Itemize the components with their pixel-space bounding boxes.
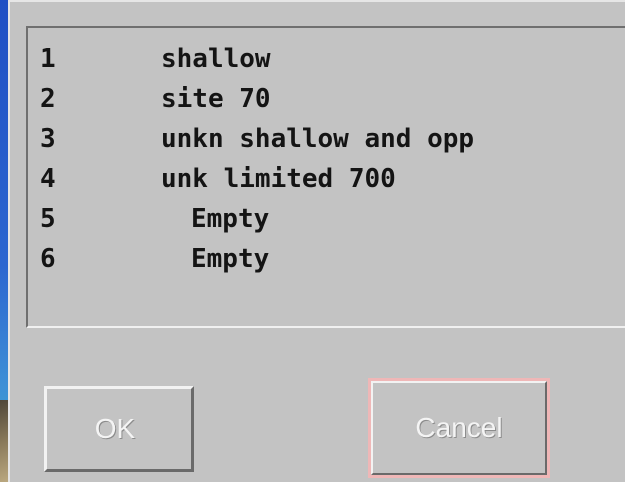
list-item[interactable]: 2 site 70 bbox=[28, 80, 625, 118]
item-list[interactable]: 1 shallow 2 site 70 3 unkn shallow and o… bbox=[26, 26, 625, 328]
ok-button[interactable]: OK bbox=[44, 386, 194, 472]
item-number: 4 bbox=[40, 164, 56, 194]
item-number: 2 bbox=[40, 84, 56, 114]
item-number: 1 bbox=[40, 44, 56, 74]
item-name: site 70 bbox=[161, 84, 271, 114]
item-name: Empty bbox=[191, 204, 270, 234]
item-name: unk limited 700 bbox=[161, 164, 396, 194]
list-item[interactable]: 6 Empty bbox=[28, 240, 625, 278]
list-item[interactable]: 3 unkn shallow and opp bbox=[28, 120, 625, 158]
item-number: 3 bbox=[40, 124, 56, 154]
item-name: unkn shallow and opp bbox=[161, 124, 475, 154]
item-name: shallow bbox=[161, 44, 271, 74]
list-item[interactable]: 5 Empty bbox=[28, 200, 625, 238]
item-name: Empty bbox=[191, 244, 270, 274]
item-number: 5 bbox=[40, 204, 56, 234]
cancel-button[interactable]: Cancel bbox=[368, 378, 550, 478]
list-item[interactable]: 1 shallow bbox=[28, 40, 625, 78]
selection-dialog: 1 shallow 2 site 70 3 unkn shallow and o… bbox=[8, 0, 625, 482]
list-item[interactable]: 4 unk limited 700 bbox=[28, 160, 625, 198]
item-number: 6 bbox=[40, 244, 56, 274]
